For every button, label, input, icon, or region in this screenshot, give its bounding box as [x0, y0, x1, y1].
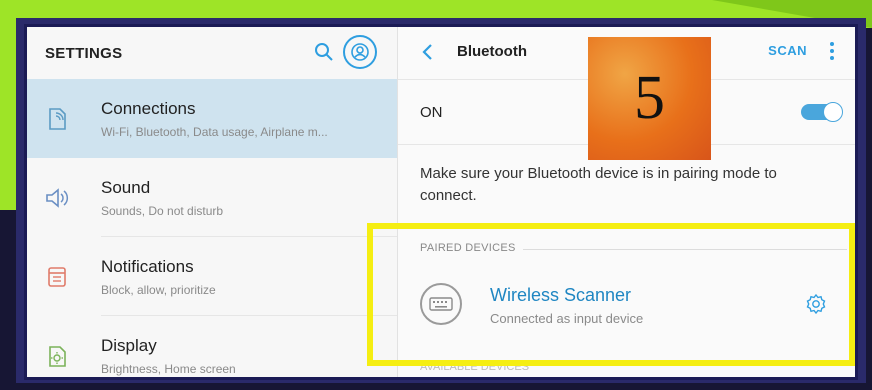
sidebar-item-subtitle: Sounds, Do not disturb	[101, 203, 224, 218]
settings-sidebar: SETTINGS Connections Wi-Fi, Bluetooth, D…	[27, 27, 398, 377]
sidebar-item-notifications[interactable]: Notifications Block, allow, prioritize	[27, 237, 397, 316]
notifications-icon	[27, 265, 87, 289]
display-icon	[27, 344, 87, 368]
back-arrow-icon[interactable]	[420, 41, 436, 68]
highlight-box	[367, 223, 855, 366]
page-title: Bluetooth	[457, 43, 527, 60]
sidebar-item-label: Sound	[101, 177, 151, 197]
sidebar-item-sound[interactable]: Sound Sounds, Do not disturb	[27, 158, 397, 237]
sidebar-header: SETTINGS	[27, 27, 397, 79]
search-icon[interactable]	[313, 41, 335, 63]
bluetooth-toggle[interactable]	[801, 102, 843, 122]
sidebar-item-label: Display	[101, 335, 157, 355]
step-badge: 5	[588, 37, 711, 160]
sidebar-title: SETTINGS	[45, 44, 123, 62]
scan-button[interactable]: SCAN	[768, 43, 807, 58]
sidebar-item-display[interactable]: Display Brightness, Home screen	[27, 316, 397, 377]
toggle-label: ON	[420, 104, 443, 121]
sidebar-item-subtitle: Wi-Fi, Bluetooth, Data usage, Airplane m…	[101, 124, 328, 139]
connections-icon	[27, 106, 87, 132]
pairing-hint: Make sure your Bluetooth device is in pa…	[420, 165, 777, 204]
sidebar-item-subtitle: Block, allow, prioritize	[101, 282, 216, 297]
account-icon[interactable]	[343, 35, 377, 69]
more-options-icon[interactable]	[829, 41, 835, 66]
sidebar-item-label: Connections	[101, 98, 196, 118]
sidebar-item-label: Notifications	[101, 256, 194, 276]
sidebar-item-subtitle: Brightness, Home screen	[101, 361, 236, 376]
sidebar-item-connections[interactable]: Connections Wi-Fi, Bluetooth, Data usage…	[27, 79, 397, 158]
toggle-knob	[823, 102, 843, 122]
sound-icon	[27, 187, 87, 209]
step-number: 5	[634, 64, 665, 132]
